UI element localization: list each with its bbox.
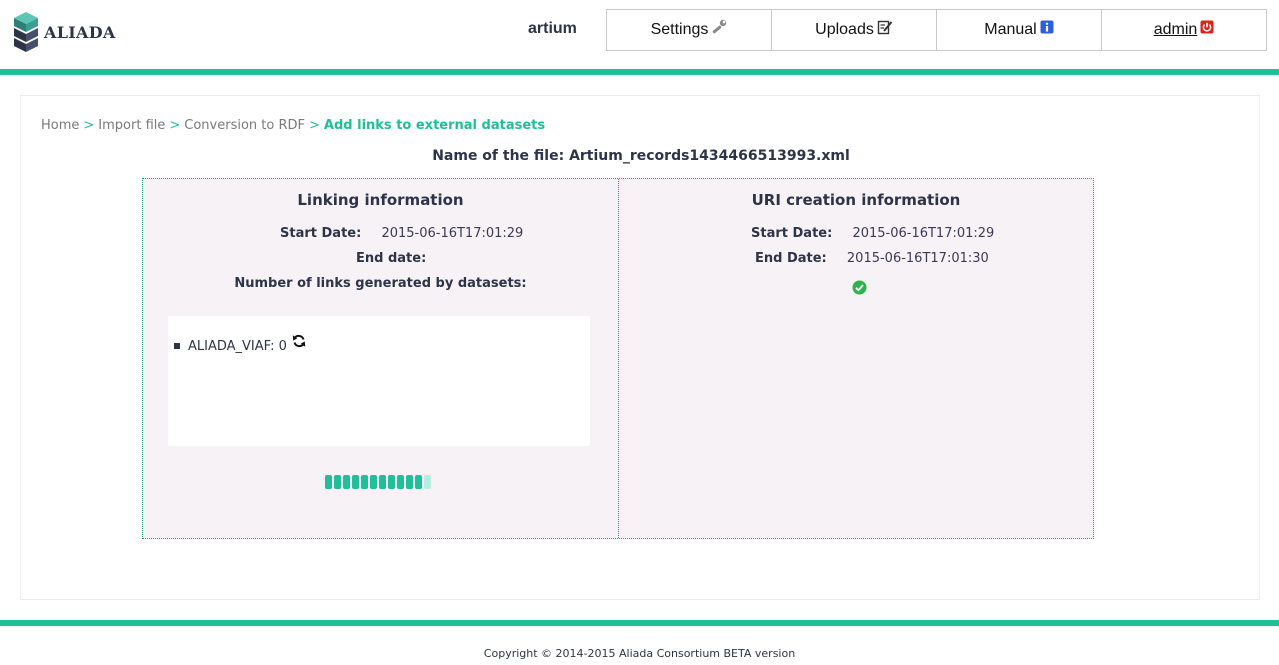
main-panel: Home > Import file > Conversion to RDF >… [20,95,1260,600]
links-generated-row: Number of links generated by datasets: [143,276,618,291]
uri-start-value: 2015-06-16T17:01:29 [852,226,995,241]
logo-text: ALIADA [44,22,116,42]
dataset-links-list: ALIADA_VIAF: 0 [168,316,590,446]
linking-start-value: 2015-06-16T17:01:29 [381,226,524,241]
breadcrumb-conversion-to-rdf[interactable]: Conversion to RDF [184,118,305,133]
breadcrumb-separator: > [83,118,95,133]
uploads-button[interactable]: Uploads [771,9,937,51]
uri-info-section: URI creation information Start Date: 201… [619,179,1093,538]
manual-label: Manual [984,21,1037,38]
wrench-icon [711,19,727,35]
uri-info-title: URI creation information [751,191,961,209]
info-box: Linking information Start Date: 2015-06-… [142,178,1094,539]
footer-copyright: Copyright © 2014-2015 Aliada Consortium … [483,647,796,660]
header: ALIADA artium Settings Uploads Manual ad… [0,0,1279,70]
dataset-link-count: ALIADA_VIAF: 0 [188,338,287,354]
breadcrumb-home[interactable]: Home [41,118,79,133]
progress-segment [406,475,413,489]
bullet-icon [174,343,180,349]
progress-segment [388,475,395,489]
uri-end-value: 2015-06-16T17:01:30 [846,251,989,266]
logo[interactable]: ALIADA [12,10,116,54]
uri-start-label: Start Date: [751,226,833,241]
list-item: ALIADA_VIAF: 0 [174,334,306,355]
linking-start-row: Start Date: 2015-06-16T17:01:29 [280,226,523,241]
footer-accent-bar [0,620,1279,626]
progress-segment [334,475,341,489]
linking-end-row: End date: [356,251,426,266]
linking-start-label: Start Date: [280,226,362,241]
progress-segment [397,475,404,489]
progress-segment [343,475,350,489]
breadcrumb-add-links: Add links to external datasets [323,118,546,133]
progress-segment [325,475,332,489]
progress-segment [370,475,377,489]
progress-segment [361,475,368,489]
manual-button[interactable]: Manual [936,9,1102,51]
progress-segment [415,475,422,489]
breadcrumb-separator: > [169,118,181,133]
power-icon [1200,20,1214,34]
uri-end-label: End Date: [755,251,827,266]
breadcrumb-separator: > [309,118,320,133]
progress-segment [379,475,386,489]
uploads-label: Uploads [815,21,874,38]
current-username: artium [528,20,577,37]
breadcrumb-import-file[interactable]: Import file [98,118,165,133]
progress-segment [352,475,359,489]
linking-progress-bar [325,475,433,489]
breadcrumb: Home > Import file > Conversion to RDF >… [41,118,545,133]
linking-info-title: Linking information [297,191,464,209]
top-nav: Settings Uploads Manual admin [606,9,1267,51]
admin-label: admin [1153,21,1198,38]
refresh-icon[interactable] [292,334,306,352]
linking-end-label: End date: [356,251,427,266]
edit-icon [877,19,893,35]
aliada-logo-icon [12,10,40,54]
uri-end-row: End Date: 2015-06-16T17:01:30 [755,251,989,266]
header-accent-bar [0,69,1279,75]
settings-label: Settings [650,21,709,38]
file-name-title: Name of the file: Artium_records14344665… [432,148,850,164]
info-icon [1040,20,1054,34]
settings-button[interactable]: Settings [606,9,772,51]
progress-segment [424,475,431,489]
check-circle-icon [852,280,867,299]
linking-info-section: Linking information Start Date: 2015-06-… [143,179,619,538]
uri-start-row: Start Date: 2015-06-16T17:01:29 [751,226,994,241]
links-generated-label: Number of links generated by datasets: [234,276,527,291]
admin-user-button[interactable]: admin [1101,9,1267,51]
